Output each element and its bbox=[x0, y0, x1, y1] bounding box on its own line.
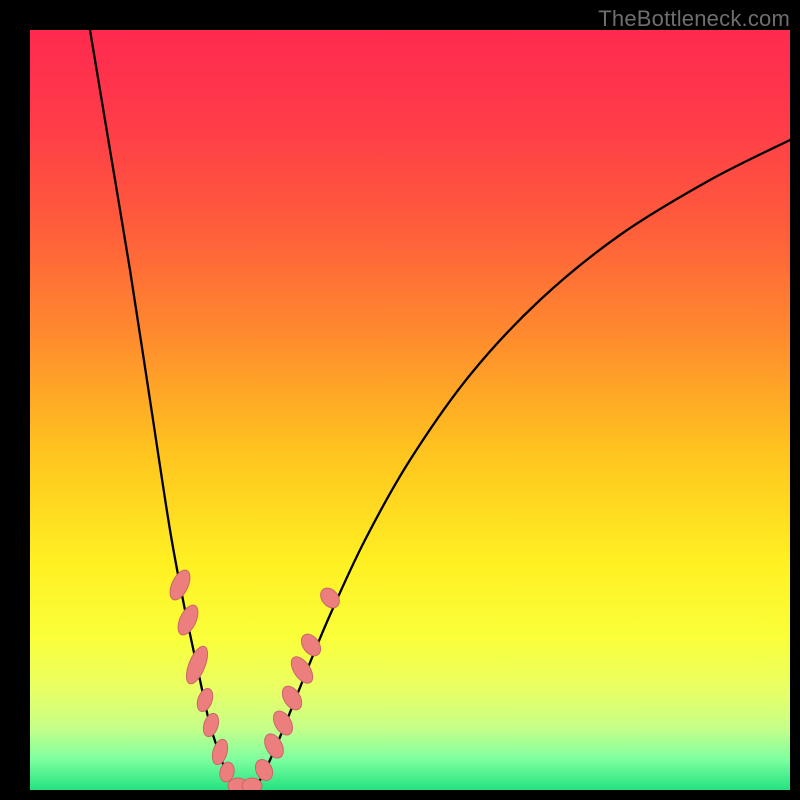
data-marker bbox=[278, 683, 305, 714]
data-marker bbox=[182, 643, 212, 686]
curve-left bbox=[90, 30, 238, 788]
data-marker bbox=[174, 602, 202, 638]
data-markers bbox=[166, 567, 343, 790]
curve-right bbox=[254, 140, 790, 788]
data-marker bbox=[270, 708, 297, 739]
watermark-text: TheBottleneck.com bbox=[598, 6, 790, 32]
data-marker bbox=[317, 584, 343, 611]
plot-area bbox=[30, 30, 790, 790]
curve-layer bbox=[30, 30, 790, 790]
data-marker bbox=[242, 778, 262, 790]
data-marker bbox=[261, 731, 287, 761]
data-marker bbox=[166, 567, 194, 603]
data-marker bbox=[201, 711, 222, 738]
chart-frame: TheBottleneck.com bbox=[0, 0, 800, 800]
data-marker bbox=[194, 686, 215, 713]
